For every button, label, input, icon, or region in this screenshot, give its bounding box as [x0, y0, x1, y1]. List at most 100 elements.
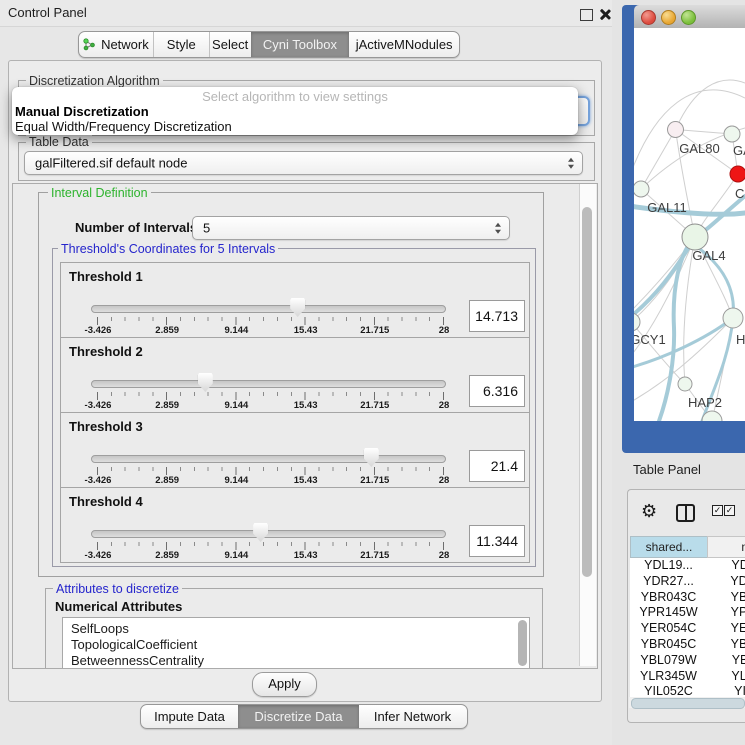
tab-select[interactable]: Select — [209, 32, 251, 57]
thresholds-group-label: Threshold's Coordinates for 5 Intervals — [58, 242, 278, 256]
cell-shared-name: YBL079W — [630, 653, 707, 669]
slider-track[interactable] — [91, 305, 446, 313]
tab-label: Network — [101, 37, 149, 52]
apply-button[interactable]: Apply — [252, 672, 317, 697]
tab-jactivemnodules[interactable]: jActiveMNodules — [349, 32, 459, 57]
attribute-list-item[interactable]: TopologicalCoefficient — [63, 637, 529, 653]
cell-name: YDL1 — [707, 558, 745, 574]
algorithm-hint-option[interactable]: Select algorithm to view settings — [12, 89, 578, 104]
cell-name: YIL0 — [707, 684, 745, 697]
tick-label: 21.715 — [345, 400, 405, 411]
network-node[interactable] — [730, 166, 745, 182]
table-row[interactable]: YER054CYER0 — [630, 621, 745, 637]
table-row[interactable]: YIL052CYIL0 — [630, 684, 745, 697]
slider-thumb[interactable] — [364, 448, 379, 467]
table-data-combobox[interactable]: galFiltered.sif default node — [24, 151, 583, 175]
tab-style[interactable]: Style — [153, 32, 209, 57]
tick-label: 28 — [414, 400, 474, 411]
network-tab-icon — [83, 38, 96, 51]
slider-track[interactable] — [91, 380, 446, 388]
app-screen: GAL80GACGAL11GAL4HGCY1HAP2 Table Panel ⚙… — [0, 0, 745, 745]
checkbox-icon[interactable]: ✓ — [724, 505, 735, 516]
tick-label: 21.715 — [345, 475, 405, 486]
columns-icon[interactable] — [676, 504, 695, 522]
slider-thumb[interactable] — [198, 373, 213, 392]
checkbox-icon[interactable]: ✓ — [712, 505, 723, 516]
tick-label: -3.426 — [68, 325, 128, 336]
network-node[interactable] — [634, 181, 649, 197]
threshold-value-field[interactable]: 14.713 — [469, 300, 525, 332]
slider-thumb[interactable] — [253, 523, 268, 542]
close-panel-icon[interactable] — [599, 8, 612, 21]
algorithm-option-equal-width[interactable]: Equal Width/Frequency Discretization — [15, 119, 232, 134]
minimize-window-icon[interactable] — [661, 10, 676, 25]
vertical-scrollbar-thumb[interactable] — [582, 207, 592, 577]
threshold-row: Threshold 1-3.4262.8599.14415.4321.71528… — [60, 262, 530, 338]
slider-major-ticks — [97, 542, 445, 550]
tab-network[interactable]: Network — [79, 32, 153, 57]
cell-name: YBR0 — [707, 637, 745, 653]
node-label: GAL11 — [647, 200, 687, 215]
network-graph: GAL80GACGAL11GAL4HGCY1HAP2 — [634, 28, 745, 421]
slider-major-ticks — [97, 467, 445, 475]
node-label: GA — [733, 143, 745, 158]
slider-track[interactable] — [91, 455, 446, 463]
tick-label: 15.43 — [276, 475, 336, 486]
tick-label: 21.715 — [345, 325, 405, 336]
float-panel-icon[interactable] — [580, 9, 593, 21]
threshold-value-field[interactable]: 11.344 — [469, 525, 525, 557]
algorithm-option-manual[interactable]: Manual Discretization — [15, 104, 149, 119]
number-of-intervals-combobox[interactable]: 5 — [192, 216, 510, 240]
tab-cyni-toolbox[interactable]: Cyni Toolbox — [251, 32, 350, 57]
table-row[interactable]: YBL079WYBL0 — [630, 653, 745, 669]
tick-label: 2.859 — [137, 400, 197, 411]
threshold-value-field[interactable]: 6.316 — [469, 375, 525, 407]
slider-thumb[interactable] — [290, 298, 305, 317]
attributes-scrollbar-thumb[interactable] — [518, 620, 527, 666]
cell-shared-name: YER054C — [630, 621, 707, 637]
network-node[interactable] — [723, 308, 743, 328]
slider-track[interactable] — [91, 530, 446, 538]
tab-impute-data[interactable]: Impute Data — [141, 705, 238, 728]
network-canvas[interactable]: GAL80GACGAL11GAL4HGCY1HAP2 — [634, 28, 745, 421]
attribute-list-item[interactable]: SelfLoops — [63, 621, 529, 637]
table-row[interactable]: YLR345WYLR3 — [630, 669, 745, 685]
tab-label: Select — [212, 37, 248, 52]
network-node[interactable] — [634, 313, 640, 331]
threshold-label: Threshold 3 — [69, 419, 143, 434]
attribute-list-item[interactable]: BetweennessCentrality — [63, 653, 529, 668]
tab-discretize-data[interactable]: Discretize Data — [238, 705, 359, 728]
tab-infer-network[interactable]: Infer Network — [359, 705, 466, 728]
threshold-value-field[interactable]: 21.4 — [469, 450, 525, 482]
network-node[interactable] — [724, 126, 740, 142]
zoom-window-icon[interactable] — [681, 10, 696, 25]
gear-icon[interactable]: ⚙ — [641, 501, 657, 521]
table-hscrollbar-thumb[interactable] — [631, 698, 745, 709]
close-window-icon[interactable] — [641, 10, 656, 25]
table-row[interactable]: YDR27...YDR2 — [630, 574, 745, 590]
threshold-label: Threshold 4 — [69, 494, 143, 509]
table-data-label: Table Data — [26, 135, 92, 149]
column-header-name[interactable]: na — [707, 536, 745, 558]
table-row[interactable]: YBR043CYBR0 — [630, 590, 745, 606]
table-row[interactable]: YBR045CYBR0 — [630, 637, 745, 653]
tick-label: 9.144 — [206, 550, 266, 561]
network-node[interactable] — [678, 377, 692, 391]
node-table: shared... na YDL19...YDL1YDR27...YDR2YBR… — [630, 536, 745, 697]
tick-label: 2.859 — [137, 550, 197, 561]
network-node[interactable] — [668, 122, 684, 138]
tick-label: 9.144 — [206, 400, 266, 411]
threshold-row: Threshold 2-3.4262.8599.14415.4321.71528… — [60, 337, 530, 413]
tick-label: 15.43 — [276, 550, 336, 561]
table-row[interactable]: YPR145WYPR1 — [630, 605, 745, 621]
cell-shared-name: YPR145W — [630, 605, 707, 621]
network-node[interactable] — [682, 224, 708, 250]
threshold-label: Threshold 2 — [69, 344, 143, 359]
tick-label: 28 — [414, 325, 474, 336]
discretization-algorithm-label: Discretization Algorithm — [26, 74, 163, 88]
column-header-shared-name[interactable]: shared... — [630, 536, 708, 558]
numerical-attributes-list[interactable]: SelfLoopsTopologicalCoefficientBetweenne… — [62, 617, 530, 668]
node-label: HAP2 — [688, 395, 722, 410]
network-window-titlebar[interactable] — [634, 5, 745, 29]
table-row[interactable]: YDL19...YDL1 — [630, 558, 745, 574]
